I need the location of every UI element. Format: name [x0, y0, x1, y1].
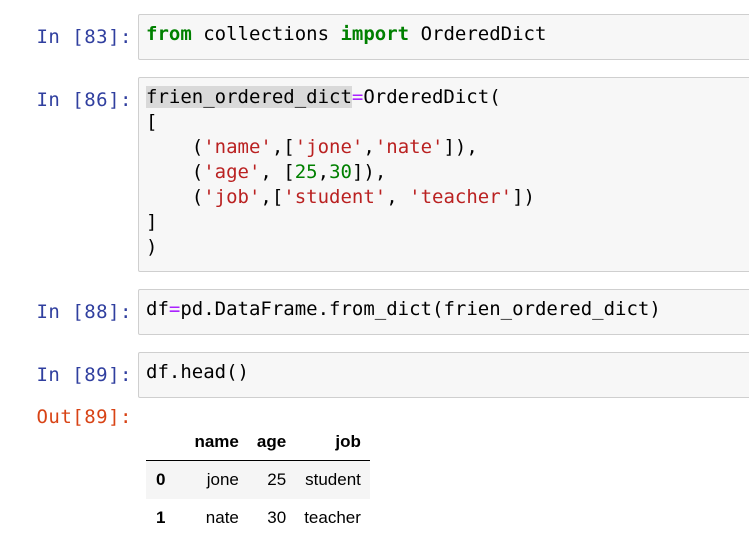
code-input[interactable]: df.head() — [138, 352, 749, 398]
code-token: ) — [146, 236, 158, 258]
code-token: pd.DataFrame.from_dict(frien_ordered_dic… — [180, 298, 661, 320]
code-string: 'name' — [203, 136, 272, 158]
input-prompt: In [88]: — [36, 301, 132, 323]
cell-job: teacher — [304, 508, 361, 527]
code-text[interactable]: frien_ordered_dict=OrderedDict( [ ('name… — [139, 78, 749, 260]
input-prompt: In [83]: — [36, 26, 132, 48]
code-string: 'jone' — [294, 136, 364, 158]
cell-job: student — [305, 470, 361, 489]
code-token: ]), — [443, 136, 478, 158]
cell-name: jone — [206, 470, 239, 489]
code-token: ,[ — [260, 186, 284, 208]
code-string: 'nate' — [374, 136, 444, 158]
code-token: ] — [146, 211, 158, 233]
code-token: ,[ — [271, 136, 295, 158]
row-index: 1 — [156, 508, 166, 527]
code-token: ( — [146, 136, 204, 158]
table-row: 0 jone 25 student — [146, 460, 370, 499]
input-prompt: In [89]: — [36, 364, 132, 386]
cell-age: 25 — [267, 470, 287, 489]
code-input[interactable]: from collections import OrderedDict — [138, 14, 749, 60]
code-token: collections — [191, 23, 341, 45]
row-index: 0 — [156, 470, 166, 489]
code-operator: = — [351, 86, 364, 108]
code-string: 'student' — [283, 186, 387, 208]
code-token: , — [317, 161, 330, 183]
table-header-row: name age job — [146, 424, 370, 461]
code-token: ]) — [512, 186, 535, 208]
code-token: ]), — [351, 161, 387, 183]
input-prompt: In [86]: — [36, 89, 132, 111]
code-token: , [ — [260, 161, 295, 183]
code-text[interactable]: df.head() — [139, 353, 749, 385]
code-number: 25 — [294, 161, 318, 183]
code-keyword: from — [146, 23, 192, 45]
cell-name: nate — [205, 508, 239, 527]
code-token: df — [146, 298, 169, 320]
code-text[interactable]: from collections import OrderedDict — [139, 15, 749, 47]
code-input[interactable]: frien_ordered_dict=OrderedDict( [ ('name… — [138, 77, 749, 272]
code-string: 'age' — [203, 161, 261, 183]
column-header-job: job — [335, 432, 361, 451]
column-header-name: name — [194, 432, 239, 451]
code-input[interactable]: df=pd.DataFrame.from_dict(frien_ordered_… — [138, 289, 749, 335]
code-token: [ — [146, 111, 158, 133]
code-token: OrderedDict — [409, 23, 547, 45]
code-token: ( — [146, 161, 204, 183]
code-token: , — [386, 186, 410, 208]
code-operator: = — [168, 298, 181, 320]
code-token: , — [363, 136, 375, 158]
output-prompt: Out[89]: — [36, 406, 132, 428]
code-string: 'teacher' — [409, 186, 513, 208]
index-header — [146, 424, 185, 461]
cell-age: 30 — [267, 508, 287, 527]
dataframe-output: name age job 0 jone 25 student 1 nate 30… — [146, 424, 370, 537]
code-selection: frien_ordered_dict — [146, 86, 352, 108]
code-string: 'job' — [203, 186, 261, 208]
code-token: ( — [146, 186, 204, 208]
code-keyword: import — [340, 23, 410, 45]
code-token: df.head() — [146, 361, 249, 383]
code-text[interactable]: df=pd.DataFrame.from_dict(frien_ordered_… — [139, 290, 749, 322]
code-token: OrderedDict( — [363, 86, 501, 108]
code-number: 30 — [329, 161, 352, 183]
column-header-age: age — [256, 432, 287, 451]
table-row: 1 nate 30 teacher — [146, 499, 370, 537]
